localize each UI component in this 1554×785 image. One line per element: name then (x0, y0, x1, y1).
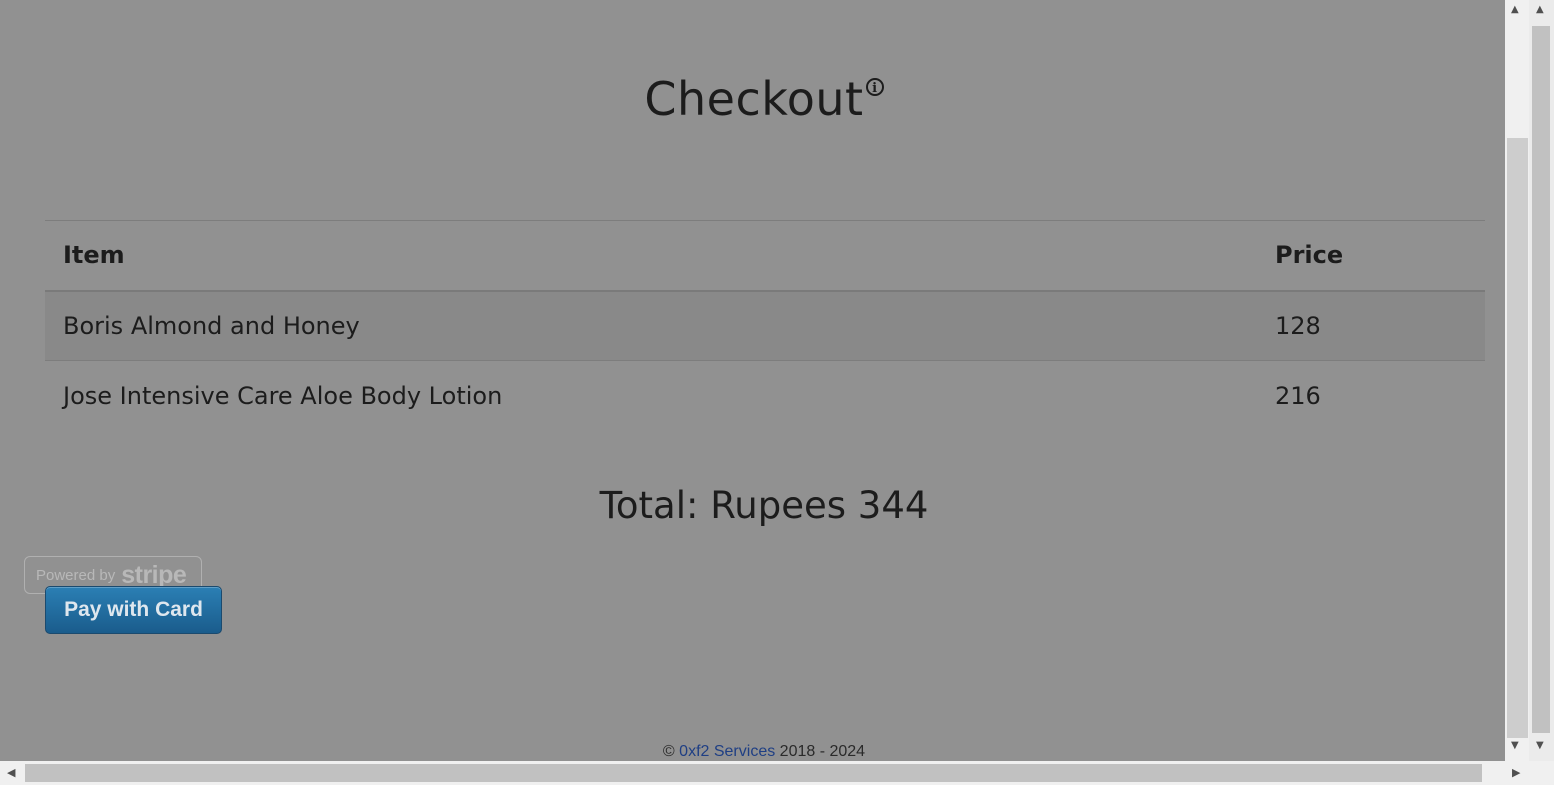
chevron-left-icon[interactable]: ◀ (7, 766, 15, 779)
order-total: Total: Rupees 344 (599, 484, 929, 527)
chevron-up-icon[interactable]: ▲ (1511, 4, 1519, 15)
chevron-down-icon[interactable]: ▼ (1536, 740, 1544, 751)
outer-scrollbar-thumb[interactable] (1532, 26, 1550, 733)
copyright-years: 2018 - 2024 (779, 743, 866, 760)
item-price: 216 (1275, 381, 1321, 410)
cart-table: Item Price Boris Almond and Honey 128 Jo… (45, 220, 1485, 431)
footer: © 0xf2 Services 2018 - 2024 (0, 743, 1505, 761)
copyright-symbol: © (662, 743, 675, 760)
horizontal-scrollbar[interactable]: ◀ ▶ (0, 761, 1554, 785)
chevron-up-icon[interactable]: ▲ (1536, 4, 1544, 15)
vertical-scrollbar[interactable]: ▲ ▲ ▼ ▼ (1505, 0, 1554, 761)
powered-by-label: Powered by (36, 566, 116, 584)
table-row: Boris Almond and Honey 128 (45, 290, 1485, 361)
company-link[interactable]: 0xf2 Services (679, 743, 775, 760)
page-title: Checkout (644, 72, 864, 126)
item-name: Jose Intensive Care Aloe Body Lotion (63, 381, 503, 410)
inner-scrollbar-thumb[interactable] (1507, 138, 1528, 738)
info-icon[interactable]: i (865, 78, 884, 96)
chevron-right-icon[interactable]: ▶ (1512, 766, 1520, 779)
page-header: Checkout i (0, 72, 1505, 126)
item-price: 128 (1275, 311, 1321, 340)
chevron-down-icon[interactable]: ▼ (1511, 740, 1519, 751)
table-header-row: Item Price (45, 220, 1485, 291)
pay-with-card-button[interactable]: Pay with Card (45, 586, 222, 634)
horizontal-scrollbar-thumb[interactable] (25, 764, 1482, 782)
table-row: Jose Intensive Care Aloe Body Lotion 216 (45, 360, 1485, 431)
item-name: Boris Almond and Honey (63, 311, 360, 340)
column-header-item: Item (63, 241, 125, 270)
page-viewport: Checkout i Item Price Boris Almond and Ho… (0, 0, 1505, 761)
column-header-price: Price (1275, 241, 1344, 270)
